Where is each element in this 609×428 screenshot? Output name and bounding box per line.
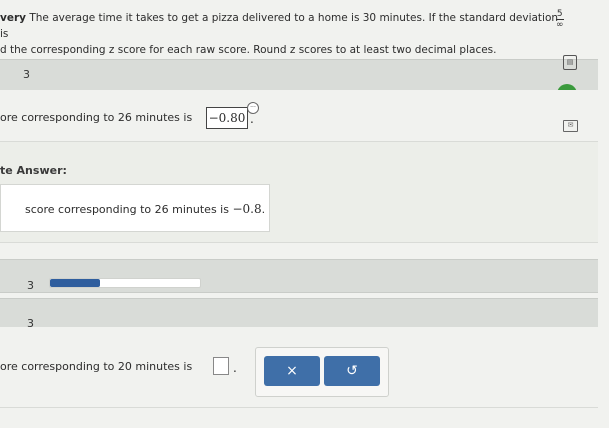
part3-prompt: ore corresponding to 20 minutes is xyxy=(0,360,192,373)
part1-suffix: . xyxy=(250,112,254,126)
std-dev-fraction: 5 ∞ xyxy=(556,9,564,30)
correct-answer-card: score corresponding to 26 minutes is −0.… xyxy=(0,184,270,232)
problem-statement: very The average time it takes to get a … xyxy=(0,10,560,58)
problem-line-1: very The average time it takes to get a … xyxy=(0,10,560,42)
part1-prompt: ore corresponding to 26 minutes is xyxy=(0,111,192,124)
fraction-denominator: ∞ xyxy=(556,20,564,30)
correct-answer-text: score corresponding to 26 minutes is xyxy=(25,203,233,216)
undo-button[interactable]: ↺ xyxy=(324,356,380,386)
more-options-icon[interactable]: ··· xyxy=(247,102,259,114)
correct-answer-line: score corresponding to 26 minutes is −0.… xyxy=(25,202,265,216)
part1-number: 3 xyxy=(23,68,30,81)
message-icon[interactable]: ✉ xyxy=(563,120,578,132)
part1-prompt-text: ore corresponding to 26 minutes is xyxy=(0,111,193,124)
part2-progress-fill xyxy=(50,279,100,287)
answer-actions: × ↺ xyxy=(255,347,389,397)
part3-suffix: . xyxy=(233,361,237,375)
part1-header[interactable]: 3 xyxy=(0,59,598,91)
problem-line-2: d the corresponding z score for each raw… xyxy=(0,44,497,56)
problem-lead: very xyxy=(0,12,26,24)
correct-answer-value: −0.8 xyxy=(232,202,262,216)
part3-prompt-text: ore corresponding to 20 minutes is xyxy=(0,360,193,373)
correct-answer-heading: te Answer: xyxy=(0,164,67,177)
calculator-icon[interactable]: ▤ xyxy=(563,55,577,70)
part2-number: 3 xyxy=(27,279,34,292)
correct-answer-suffix: . xyxy=(261,203,266,216)
part3-answer-field[interactable] xyxy=(213,357,229,375)
part2-progress-bar xyxy=(49,278,201,288)
fraction-numerator: 5 xyxy=(556,9,564,20)
part3-header[interactable]: 3 xyxy=(0,298,598,330)
part1-answer-field[interactable]: −0.80 xyxy=(206,107,248,129)
clear-button[interactable]: × xyxy=(264,356,320,386)
problem-text-1: The average time it takes to get a pizza… xyxy=(0,12,559,40)
